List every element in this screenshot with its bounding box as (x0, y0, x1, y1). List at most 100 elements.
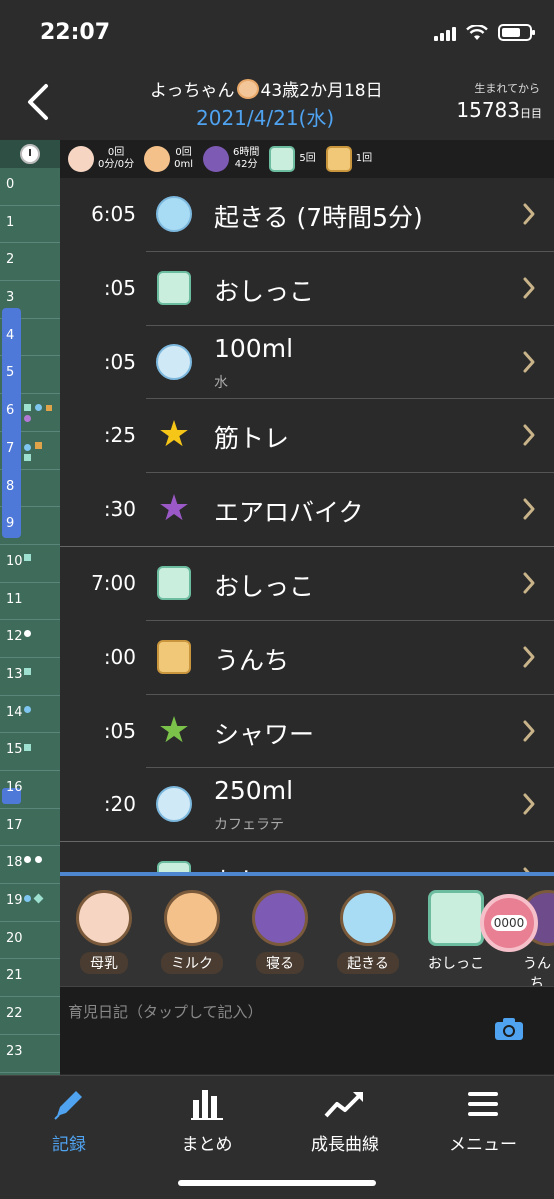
diaper-pee-icon (428, 890, 484, 946)
record-label: 筋トレ (214, 424, 290, 454)
record-row[interactable]: :20 250ml カフェラテ (60, 768, 554, 842)
cellular-signal-icon (434, 25, 456, 41)
chevron-right-icon (523, 720, 535, 742)
status-bar: 22:07 (0, 0, 554, 66)
timeline-hour: 0 (0, 168, 60, 206)
sleep-star-icon (202, 146, 229, 172)
timeline-marker (46, 405, 52, 411)
child-age: 43歳2か月18日 (260, 81, 383, 101)
timeline-marker (24, 668, 31, 675)
baby-face-icon (236, 78, 259, 99)
record-row[interactable]: おしっこ (60, 841, 554, 872)
milk-bottle-icon (164, 890, 220, 946)
diaper-pee-icon (269, 146, 296, 172)
record-time: :20 (103, 792, 136, 817)
record-row[interactable]: :25 ★ 筋トレ (60, 399, 554, 473)
record-row[interactable]: :05 ★ シャワー (60, 695, 554, 769)
record-label: エアロバイク (214, 498, 364, 528)
timeline-marker (24, 454, 31, 461)
record-time: :00 (103, 644, 136, 669)
sleep-button[interactable]: 寝る (244, 890, 316, 974)
record-row[interactable]: :00 うんち (60, 621, 554, 695)
timeline-hour: 14 (0, 696, 60, 734)
timeline-marker (24, 856, 31, 863)
timeline-hour: 22 (0, 997, 60, 1035)
purple-star-icon: ★ (157, 488, 191, 530)
breastfeed-button[interactable]: 母乳 (68, 890, 140, 974)
timer-display: 0000 (490, 915, 528, 931)
record-list[interactable]: 6:05 起きる (7時間5分):05 おしっこ:05 100ml 水:25 ★ 筋トレ:3… (60, 178, 554, 872)
timeline-marker (24, 744, 31, 751)
milk-button[interactable]: ミルク (156, 890, 228, 974)
breastfeed-icon (68, 146, 94, 172)
breastfeed-icon (76, 890, 132, 946)
timeline-hour: 1 (0, 206, 60, 244)
record-time: 7:00 (91, 570, 136, 595)
record-label: おしっこ (214, 571, 315, 601)
chevron-right-icon (523, 277, 535, 299)
record-label: 100ml (214, 333, 294, 363)
timeline-hour: 20 (0, 922, 60, 960)
timeline-marker (24, 415, 31, 422)
green-star-icon: ★ (157, 709, 191, 751)
timeline-hour: 10 (0, 545, 60, 583)
pencil-icon (54, 1091, 82, 1120)
record-time: 6:05 (91, 202, 136, 226)
record-row[interactable]: 7:00 おしっこ (60, 545, 554, 621)
timeline-hour: 2 (0, 243, 60, 282)
since-birth-value: 15783日目 (456, 98, 542, 122)
timeline-hour: 18 (0, 846, 60, 885)
hamburger-menu-icon (468, 1092, 498, 1116)
record-note: 水 (214, 374, 228, 391)
drink-icon (156, 343, 192, 380)
since-birth-label: 生まれてから (474, 82, 540, 95)
chevron-right-icon (523, 498, 535, 520)
record-row[interactable]: 6:05 起きる (7時間5分) (60, 178, 554, 252)
timeline-marker (24, 895, 31, 902)
chevron-right-icon (523, 646, 535, 668)
milk-bottle-icon (144, 146, 171, 172)
chevron-right-icon (523, 424, 535, 446)
record-time: :05 (103, 349, 136, 374)
chevron-right-icon (523, 351, 535, 373)
drink-icon (156, 786, 192, 823)
camera-icon[interactable] (494, 1017, 524, 1041)
diary-placeholder: 育児日記（タップして記入） (68, 1003, 263, 1021)
timeline-hour: 19 (0, 884, 60, 922)
status-time: 22:07 (40, 20, 111, 45)
daily-summary-bar: 0回 0分/0分 0回 0ml 6時間 42分 5回 1回 (60, 140, 554, 178)
record-label: うんち (214, 645, 290, 675)
record-label: 起きる (7時間5分) (214, 203, 423, 232)
timeline-marker (24, 554, 31, 561)
record-row[interactable]: :30 ★ エアロバイク (60, 473, 554, 547)
wifi-icon (466, 24, 488, 40)
tab-record[interactable]: 記録 (0, 1084, 138, 1155)
child-name: よっちゃん (150, 81, 235, 101)
timeline-marker (24, 706, 31, 713)
timeline-hour: 15 (0, 733, 60, 771)
current-date[interactable]: 2021/4/21(水) (196, 102, 334, 131)
timeline-marker (24, 404, 31, 411)
wake-button[interactable]: 起きる (332, 890, 404, 974)
day-timeline[interactable]: 0 1 2 3 4 5 6 7 8 9 10 11 12 13 14 15 16 17 18 19 20 21 22 23 (0, 140, 60, 1141)
clock-icon (20, 144, 40, 164)
back-chevron-icon[interactable] (22, 82, 56, 122)
poo-icon (156, 639, 192, 675)
header: よっちゃん 43歳2か月18日 2021/4/21(水) 生まれてから 1578… (0, 66, 554, 140)
record-row[interactable]: :05 おしっこ (60, 252, 554, 326)
record-row[interactable]: :05 100ml 水 (60, 326, 554, 400)
tab-menu[interactable]: メニュー (414, 1084, 552, 1155)
tab-growth-curve[interactable]: 成長曲線 (276, 1084, 414, 1155)
tab-summary[interactable]: まとめ (138, 1084, 276, 1155)
diary-area[interactable]: 育児日記（タップして記入） (60, 986, 554, 1074)
timeline-marker (24, 630, 31, 637)
record-label: 250ml (214, 776, 294, 806)
timeline-hour: 12 (0, 620, 60, 658)
timeline-marker (35, 442, 42, 449)
record-time: :05 (103, 718, 136, 743)
timer-button[interactable]: 0000 (480, 894, 538, 952)
timeline-hour: 17 (0, 809, 60, 847)
battery-icon (498, 24, 535, 41)
chevron-right-icon (523, 203, 535, 225)
pee-icon (156, 860, 192, 872)
